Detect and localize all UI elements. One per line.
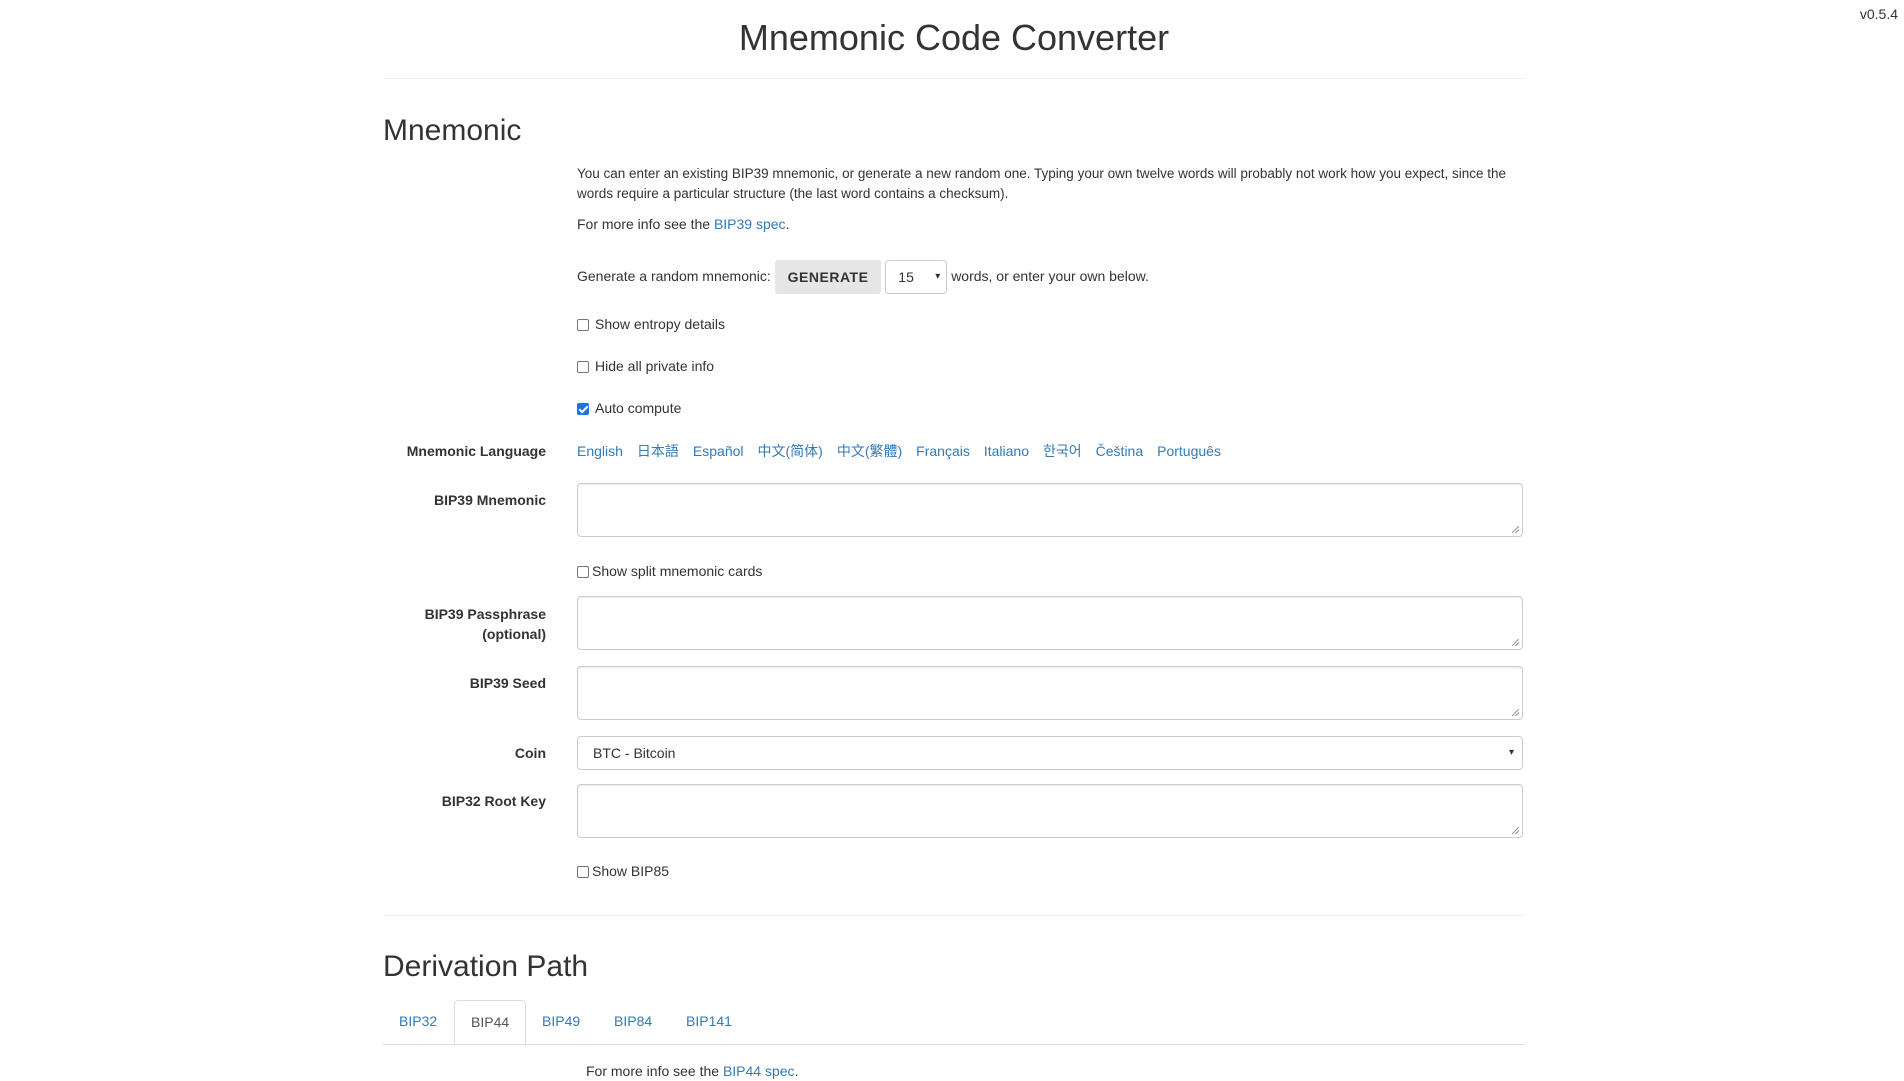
version-label: v0.5.4 — [1859, 6, 1898, 22]
bip85-checkbox[interactable] — [577, 866, 589, 878]
entropy-label: Show entropy details — [595, 316, 725, 332]
lang-link[interactable]: Italiano — [984, 443, 1029, 459]
main-container: Mnemonic Code Converter Mnemonic You can… — [383, 0, 1525, 1079]
bip39-mnemonic-control — [577, 483, 1523, 537]
section-divider — [383, 915, 1525, 916]
bip44-info-suffix: . — [794, 1063, 799, 1079]
tab-bip141[interactable]: BIP141 — [670, 1000, 748, 1043]
bip85-option[interactable]: Show BIP85 — [577, 861, 1523, 881]
entropy-option[interactable]: Show entropy details — [577, 314, 1523, 334]
lang-link[interactable]: 中文(简体) — [758, 443, 823, 459]
generate-controls: Generate a random mnemonic: GENERATE 15 ▾… — [577, 259, 1523, 295]
derivation-tabs: BIP32 BIP44 BIP49 BIP84 BIP141 — [383, 1000, 1525, 1045]
lang-link[interactable]: 한국어 — [1043, 443, 1082, 459]
split-cards-checkbox[interactable] — [577, 566, 589, 578]
split-cards-label: Show split mnemonic cards — [592, 563, 763, 579]
seed-label: BIP39 Seed — [469, 675, 546, 691]
word-count-value: 15 — [898, 269, 914, 286]
bip44-info-text: For more info see the BIP44 spec. — [586, 1061, 798, 1081]
lang-link[interactable]: Français — [916, 443, 970, 459]
auto-compute-option[interactable]: Auto compute — [577, 398, 1523, 418]
hide-private-option[interactable]: Hide all private info — [577, 356, 1523, 376]
more-info-text: For more info see the BIP39 spec. — [577, 214, 1523, 234]
passphrase-label-line1: BIP39 Passphrase — [424, 606, 546, 622]
root-key-textarea[interactable] — [577, 784, 1523, 838]
generate-prefix: Generate a random mnemonic: — [577, 268, 771, 284]
tab-bip32[interactable]: BIP32 — [383, 1000, 453, 1043]
bip39-spec-link[interactable]: BIP39 spec — [714, 216, 786, 232]
hide-private-label: Hide all private info — [595, 358, 715, 374]
coin-value: BTC - Bitcoin — [593, 745, 676, 761]
seed-control — [577, 666, 1523, 720]
page-title: Mnemonic Code Converter — [383, 0, 1525, 79]
chevron-down-icon: ▾ — [1508, 747, 1514, 758]
lang-link[interactable]: 日本語 — [637, 443, 679, 459]
tab-bip84[interactable]: BIP84 — [598, 1000, 668, 1043]
coin-label: Coin — [514, 745, 546, 761]
language-links: English 日本語 Español 中文(简体) 中文(繁體) Français Ita… — [577, 441, 1523, 461]
root-key-control — [577, 784, 1523, 838]
intro-text: You can enter an existing BIP39 mnemonic… — [577, 166, 1507, 201]
passphrase-label-line2: (optional) — [482, 626, 546, 642]
seed-textarea[interactable] — [577, 666, 1523, 720]
tab-bip44[interactable]: BIP44 — [454, 1000, 527, 1044]
bip85-label: Show BIP85 — [592, 863, 670, 879]
auto-compute-checkbox[interactable] — [577, 403, 589, 415]
generate-suffix: words, or enter your own below. — [951, 268, 1149, 284]
more-info-prefix: For more info see the — [577, 216, 714, 232]
tab-bip49[interactable]: BIP49 — [526, 1000, 596, 1043]
bip39-mnemonic-textarea[interactable] — [577, 483, 1523, 537]
lang-link[interactable]: Português — [1157, 443, 1221, 459]
derivation-heading: Derivation Path — [383, 950, 589, 983]
coin-control: BTC - Bitcoin ▾ — [577, 736, 1523, 770]
bip44-info-prefix: For more info see the — [586, 1063, 723, 1079]
hide-private-checkbox[interactable] — [577, 361, 589, 373]
passphrase-control — [577, 596, 1523, 650]
bip39-mnemonic-label: BIP39 Mnemonic — [433, 492, 546, 508]
root-key-label: BIP32 Root Key — [441, 793, 546, 809]
generate-button[interactable]: GENERATE — [774, 260, 882, 295]
passphrase-label: BIP39 Passphrase (optional) — [383, 604, 546, 644]
lang-link[interactable]: 中文(繁體) — [837, 443, 902, 459]
word-count-select[interactable]: 15 ▾ — [885, 260, 948, 295]
lang-link[interactable]: Español — [693, 443, 744, 459]
more-info-suffix: . — [785, 216, 790, 232]
split-cards-option[interactable]: Show split mnemonic cards — [577, 561, 1523, 581]
entropy-checkbox[interactable] — [577, 319, 589, 331]
bip44-spec-link[interactable]: BIP44 spec — [723, 1063, 795, 1079]
coin-select[interactable]: BTC - Bitcoin ▾ — [577, 736, 1523, 770]
language-label: Mnemonic Language — [406, 443, 546, 459]
lang-link[interactable]: Čeština — [1096, 443, 1143, 459]
lang-link[interactable]: English — [577, 443, 623, 459]
auto-compute-label: Auto compute — [595, 400, 682, 416]
mnemonic-heading: Mnemonic — [383, 114, 522, 147]
passphrase-textarea[interactable] — [577, 596, 1523, 650]
chevron-down-icon: ▾ — [935, 271, 941, 283]
